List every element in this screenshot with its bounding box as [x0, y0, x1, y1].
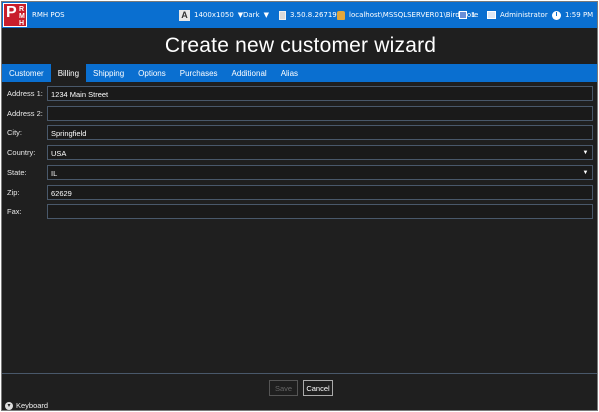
wizard-tabs: Customer Billing Shipping Options Purcha… — [2, 64, 597, 82]
time-value: 1:59 PM — [565, 11, 594, 19]
zip-field[interactable]: 62629 — [47, 185, 593, 200]
logo-letter-h: H — [19, 20, 25, 27]
city-row: City: Springfield — [2, 125, 597, 141]
country-value: USA — [51, 149, 67, 158]
state-value: IL — [51, 169, 58, 178]
address1-row: Address 1: 1234 Main Street — [2, 86, 597, 102]
app-name: RMH POS — [32, 11, 65, 19]
zip-label: Zip: — [7, 188, 20, 197]
chevron-down-icon[interactable]: ▼ — [579, 166, 592, 179]
rmh-logo: P R M H — [3, 3, 27, 27]
clock-icon — [552, 10, 561, 20]
top-bar: P R M H RMH POS A 1400x1050 ▼ Dark ▼ 3.5… — [2, 2, 597, 28]
user-icon — [487, 11, 496, 19]
theme-value: Dark — [243, 11, 260, 19]
version-info: 3.50.8.26719 — [279, 2, 337, 28]
zip-row: Zip: 62629 — [2, 185, 597, 201]
city-field[interactable]: Springfield — [47, 125, 593, 140]
tab-customer[interactable]: Customer — [2, 64, 51, 82]
fax-field[interactable] — [47, 204, 593, 219]
state-select[interactable]: IL ▼ — [47, 165, 593, 180]
logo-letter-m: M — [19, 13, 25, 20]
version-icon — [279, 10, 286, 20]
cancel-button[interactable]: Cancel — [303, 380, 333, 396]
city-label: City: — [7, 128, 22, 137]
country-select[interactable]: USA ▼ — [47, 145, 593, 160]
chevron-down-icon[interactable]: ▼ — [579, 146, 592, 159]
tab-options[interactable]: Options — [131, 64, 173, 82]
clock: 1:59 PM — [552, 2, 593, 28]
page-title: Create new customer wizard — [164, 34, 437, 57]
address2-label: Address 2: — [7, 109, 43, 118]
tab-alias[interactable]: Alias — [274, 64, 305, 82]
chevron-down-icon: ▼ — [263, 11, 270, 19]
fax-label: Fax: — [7, 207, 22, 216]
chevron-down-icon: ▾ — [5, 401, 13, 410]
action-bar: Save Cancel — [2, 373, 597, 399]
resolution-selector[interactable]: A 1400x1050 ▼ — [179, 2, 243, 28]
country-label: Country: — [7, 148, 36, 157]
tab-additional[interactable]: Additional — [225, 64, 274, 82]
theme-selector[interactable]: Dark ▼ — [243, 2, 269, 28]
station-info: 1 — [459, 2, 475, 28]
save-button[interactable]: Save — [269, 380, 298, 396]
user-value: Administrator — [500, 11, 548, 19]
state-label: State: — [7, 168, 27, 177]
tab-billing[interactable]: Billing — [50, 64, 87, 82]
database-icon — [337, 10, 345, 20]
logo-letter-r: R — [19, 6, 25, 13]
version-value: 3.50.8.26719 — [290, 11, 337, 19]
station-icon — [459, 11, 467, 19]
user-info[interactable]: Administrator — [487, 2, 548, 28]
database-connection[interactable]: localhost\MSSQLSERVER01\BirdStore — [337, 2, 478, 28]
logo-letter-p: P — [6, 4, 17, 21]
state-row: State: IL ▼ — [2, 165, 597, 181]
tab-purchases[interactable]: Purchases — [173, 64, 225, 82]
address2-field[interactable] — [47, 106, 593, 121]
address2-row: Address 2: — [2, 106, 597, 122]
fax-row: Fax: — [2, 204, 597, 220]
keyboard-toggle[interactable]: ▾ Keyboard — [2, 399, 597, 410]
keyboard-label: Keyboard — [16, 401, 49, 410]
resolution-value: 1400x1050 — [194, 11, 234, 19]
app-window: P R M H RMH POS A 1400x1050 ▼ Dark ▼ 3.5… — [1, 1, 598, 411]
tab-shipping[interactable]: Shipping — [86, 64, 131, 82]
address1-label: Address 1: — [7, 89, 43, 98]
resolution-icon: A — [179, 9, 190, 21]
address1-field[interactable]: 1234 Main Street — [47, 86, 593, 101]
country-row: Country: USA ▼ — [2, 145, 597, 161]
station-value: 1 — [471, 11, 476, 19]
